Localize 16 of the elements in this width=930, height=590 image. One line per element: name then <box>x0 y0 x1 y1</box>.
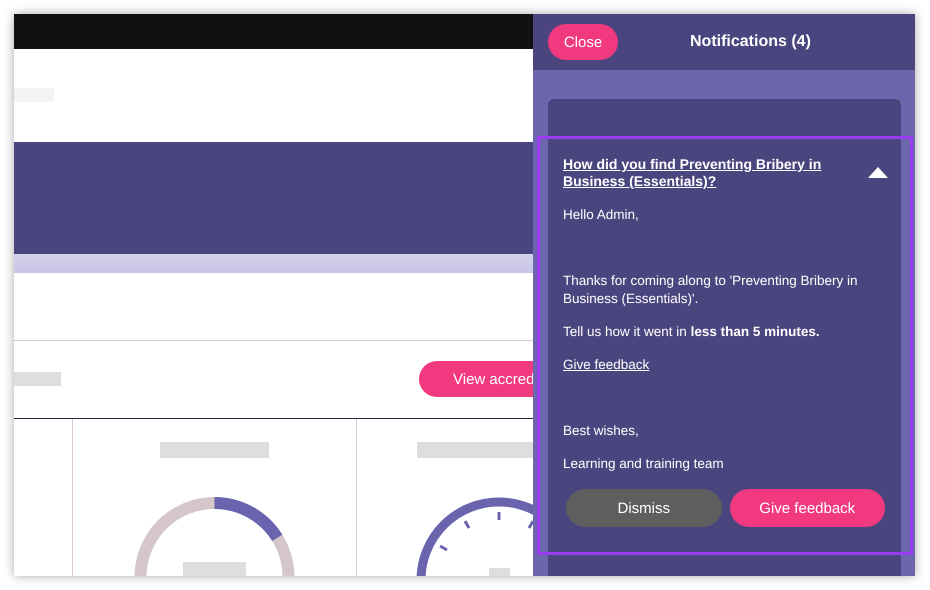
signature-text: Learning and training team <box>563 455 725 473</box>
message-text: Thanks for coming along to 'Preventing Bribery in Business (Essentials)'. <box>563 272 858 308</box>
placeholder-bar <box>489 568 510 576</box>
placeholder-bar <box>14 372 61 386</box>
feedback-button[interactable]: Give feedback <box>730 489 885 527</box>
signoff-text: Best wishes, <box>563 422 640 440</box>
dismiss-button[interactable]: Dismiss <box>566 489 722 527</box>
greeting-text: Hello Admin, <box>563 206 640 224</box>
message-text: Tell us how it went in less than 5 minutes. <box>563 323 821 341</box>
notification-title-link[interactable]: How did you find Preventing Bribery in Business (Essentials)? <box>563 156 838 190</box>
feedback-link[interactable]: Give feedback <box>563 357 650 372</box>
close-button[interactable]: Close <box>548 24 618 60</box>
panel-title: Notifications (4) <box>690 33 811 51</box>
view-button[interactable]: View accred <box>419 361 533 398</box>
placeholder-bar <box>183 562 246 576</box>
collapse-triangle-icon[interactable] <box>868 167 888 178</box>
